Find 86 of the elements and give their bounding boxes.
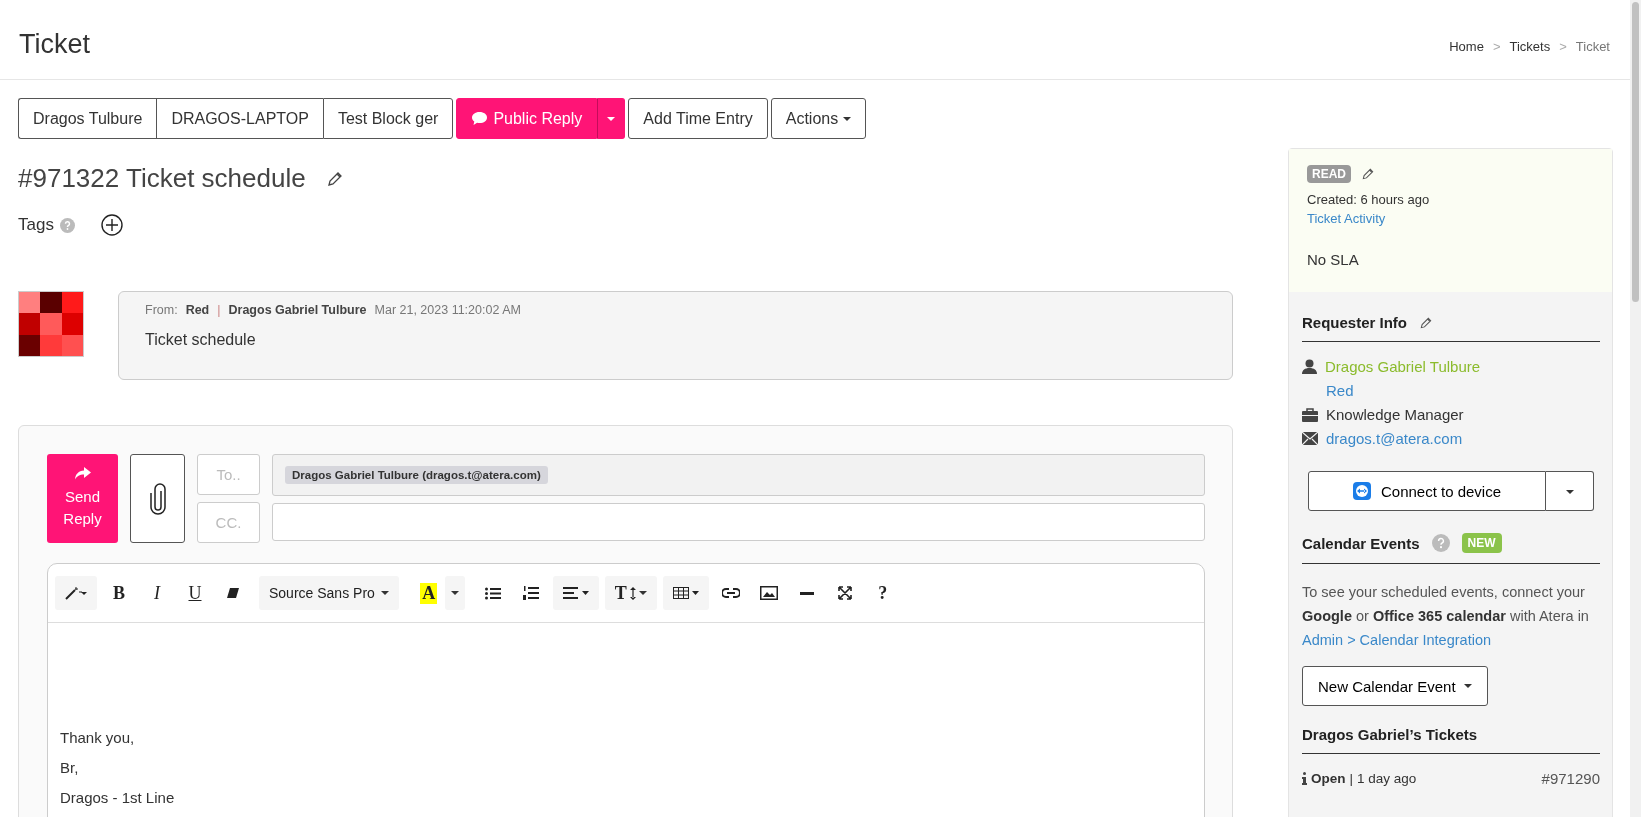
image-icon [759,586,778,600]
from-label: From: [145,303,178,317]
toolbar-button[interactable]: Dragos Tulbure [18,98,157,139]
meta-separator: | [1349,771,1354,786]
italic-button[interactable]: I [141,576,173,610]
message-time: Mar 21, 2023 11:20:02 AM [374,303,521,317]
toolbar-button[interactable]: Add Time Entry [628,98,768,139]
bullet-list-icon [484,586,501,600]
to-field[interactable]: Dragos Gabriel Tulbure (dragos.t@atera.com) [272,454,1205,496]
connect-options-button[interactable] [1546,471,1594,511]
help-button[interactable]: ? [866,576,899,610]
eraser-icon [226,587,240,599]
pencil-icon[interactable] [1361,167,1375,181]
breadcrumb-separator: > [1559,39,1567,54]
ticket-age: 1 day ago [1357,771,1417,786]
status-badge: READ [1307,165,1351,183]
magic-wand-button[interactable] [55,576,97,610]
tags-label: Tags [18,215,54,235]
to-button[interactable]: To.. [197,454,260,495]
new-calendar-event-button[interactable]: New Calendar Event [1302,666,1488,706]
editor-text-line: Dragos - 1st Line [60,788,176,807]
send-reply-button[interactable]: Send Reply [47,454,118,543]
align-dropdown[interactable] [552,576,599,610]
sender-org: Red [185,303,210,317]
page-title: Ticket [19,29,90,60]
sender-name: Dragos Gabriel Tulbure [228,303,367,317]
numbered-list-icon [522,585,539,601]
section-heading: Dragos Gabriel’s Tickets [1302,726,1478,743]
public-reply-button[interactable]: Public Reply [456,98,598,139]
breadcrumb-link[interactable]: Tickets [1509,39,1551,54]
scrollbar[interactable] [1630,0,1641,817]
briefcase-icon [1302,407,1318,422]
fullscreen-icon [837,586,852,600]
toolbar-button[interactable]: Test Block ger [322,98,454,139]
font-dropdown[interactable]: Source Sans Pro [259,576,399,610]
person-icon [1302,359,1317,374]
new-badge: NEW [1461,533,1502,553]
requester-email-link[interactable]: dragos.t@atera.com [1326,430,1463,447]
envelope-icon [1302,432,1318,445]
speech-bubble-icon [471,111,489,126]
created-time: Created: 6 hours ago [1307,192,1431,207]
up-down-arrow-icon [629,586,636,600]
section-heading: Calendar Events [1302,534,1420,552]
message-text: Ticket schedule [145,331,257,349]
pencil-icon[interactable] [1419,315,1433,330]
info-icon [1302,772,1307,785]
toolbar-button[interactable]: DRAGOS-LAPTOP [156,98,323,139]
ticket-number-link[interactable]: #971290 [1541,770,1600,787]
breadcrumb-link[interactable]: Home [1449,39,1484,54]
requester-org-link[interactable]: Red [1326,382,1354,399]
calendar-hint-text: To see your scheduled events, connect your Google or Office 365 calendar with Atera in Admin > Calendar Integration [1302,583,1590,650]
ticket-title: #971322 Ticket schedule [18,163,306,194]
remote-connect-icon [1352,482,1371,500]
section-heading: Requester Info [1302,314,1407,331]
link-icon [721,588,740,598]
ticket-status: Open [1311,771,1346,786]
identicon-avatar [18,291,84,357]
align-left-icon [562,587,589,599]
magic-wand-icon [65,586,87,600]
breadcrumb-current-page: Ticket [1575,39,1610,54]
highlight-color-dropdown[interactable] [444,576,465,610]
cc-field[interactable] [272,503,1205,541]
calendar-integration-link[interactable]: Admin > Calendar Integration [1302,632,1492,648]
share-arrow-icon [74,467,91,481]
add-tag-icon[interactable] [100,214,123,236]
breadcrumb-separator: > [1492,39,1501,54]
connect-device-button[interactable]: Connect to device [1308,471,1546,511]
requester-role: Knowledge Manager [1326,406,1464,423]
paperclip-icon [148,482,167,515]
meta-separator: | [217,303,221,317]
scrollbar-thumb[interactable] [1632,2,1639,302]
table-dropdown[interactable] [662,576,709,610]
highlight-button[interactable]: A [412,576,445,610]
reply-options-button[interactable] [597,98,626,139]
attach-button[interactable] [130,454,185,543]
text-size-dropdown[interactable]: T [604,576,657,610]
actions-dropdown[interactable]: Actions [770,98,867,139]
sla-status: No SLA [1307,251,1360,268]
recipient-chip[interactable]: Dragos Gabriel Tulbure (dragos.t@atera.com) [285,466,548,484]
bold-button[interactable]: B [103,576,135,610]
cc-button[interactable]: CC. [197,502,260,543]
editor-text-line: Br, [60,758,80,777]
underline-button[interactable]: U [179,576,211,610]
editor-text-line: Thank you, [60,728,136,747]
ticket-activity-link[interactable]: Ticket Activity [1307,211,1386,226]
table-grid-icon [672,587,699,599]
